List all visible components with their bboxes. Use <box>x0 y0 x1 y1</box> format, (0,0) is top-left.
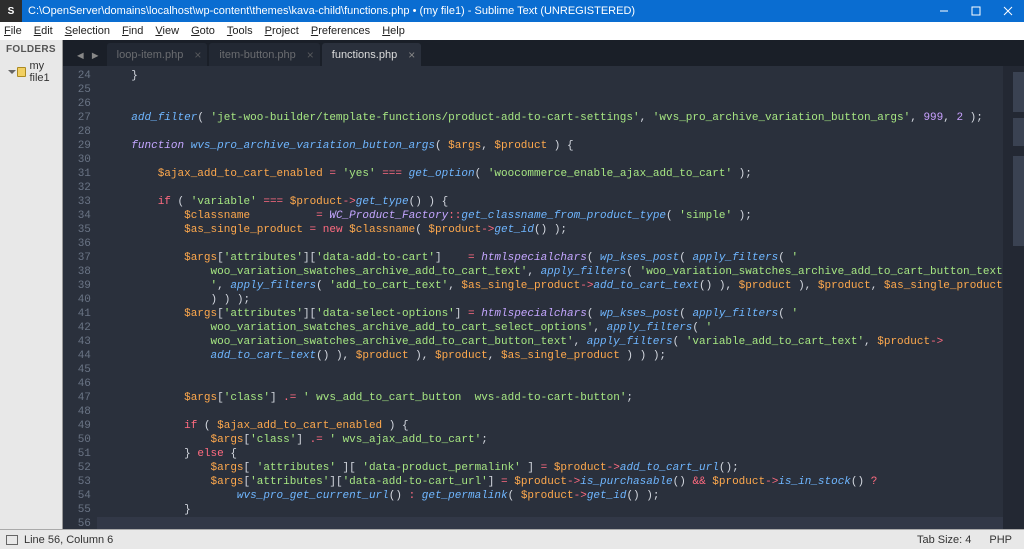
tab-size[interactable]: Tab Size: 4 <box>917 534 971 546</box>
window-title: C:\OpenServer\domains\localhost\wp-conte… <box>22 5 928 17</box>
folder-icon <box>17 67 26 77</box>
tab-close-icon[interactable]: × <box>408 49 415 61</box>
disclosure-triangle-icon <box>8 70 16 74</box>
minimap[interactable] <box>1003 66 1024 529</box>
menu-selection[interactable]: Selection <box>65 25 110 37</box>
menu-find[interactable]: Find <box>122 25 143 37</box>
maximize-button[interactable] <box>960 0 992 22</box>
app-icon: S <box>0 0 22 22</box>
menu-edit[interactable]: Edit <box>34 25 53 37</box>
cursor-position[interactable]: Line 56, Column 6 <box>24 534 113 546</box>
tab-item-button-php[interactable]: item-button.php × <box>209 43 319 66</box>
menu-file[interactable]: File <box>4 25 22 37</box>
syntax-lang[interactable]: PHP <box>989 534 1012 546</box>
folder-root[interactable]: my file1 <box>4 59 58 85</box>
line-gutter: 2425262728293031323334353637383940414243… <box>63 66 97 529</box>
sidebar: FOLDERS my file1 <box>0 40 63 529</box>
tab-close-icon[interactable]: × <box>194 49 201 61</box>
tab-loop-item-php[interactable]: loop-item.php × <box>107 43 208 66</box>
minimize-button[interactable] <box>928 0 960 22</box>
sidebar-title: FOLDERS <box>4 42 58 59</box>
close-button[interactable] <box>992 0 1024 22</box>
tab-label: loop-item.php <box>117 49 184 61</box>
menubar: File Edit Selection Find View Goto Tools Projec… <box>0 22 1024 40</box>
menu-tools[interactable]: Tools <box>227 25 253 37</box>
tab-bar: ◄ ► loop-item.php×item-button.php×functi… <box>63 40 1024 66</box>
folder-label: my file1 <box>29 60 57 84</box>
menu-preferences[interactable]: Preferences <box>311 25 370 37</box>
tab-label: item-button.php <box>219 49 295 61</box>
panel-icon[interactable] <box>6 535 18 545</box>
tab-nav-left[interactable]: ◄ <box>75 50 86 62</box>
code-editor[interactable]: } add_filter( 'jet-woo-builder/template-… <box>97 66 1003 529</box>
menu-help[interactable]: Help <box>382 25 405 37</box>
tab-nav-right[interactable]: ► <box>90 50 101 62</box>
menu-goto[interactable]: Goto <box>191 25 215 37</box>
menu-view[interactable]: View <box>155 25 179 37</box>
menu-project[interactable]: Project <box>265 25 299 37</box>
tab-functions-php[interactable]: functions.php × <box>322 43 421 66</box>
titlebar: S C:\OpenServer\domains\localhost\wp-con… <box>0 0 1024 22</box>
tab-close-icon[interactable]: × <box>307 49 314 61</box>
statusbar: Line 56, Column 6 Tab Size: 4 PHP <box>0 529 1024 549</box>
tab-label: functions.php <box>332 49 397 61</box>
